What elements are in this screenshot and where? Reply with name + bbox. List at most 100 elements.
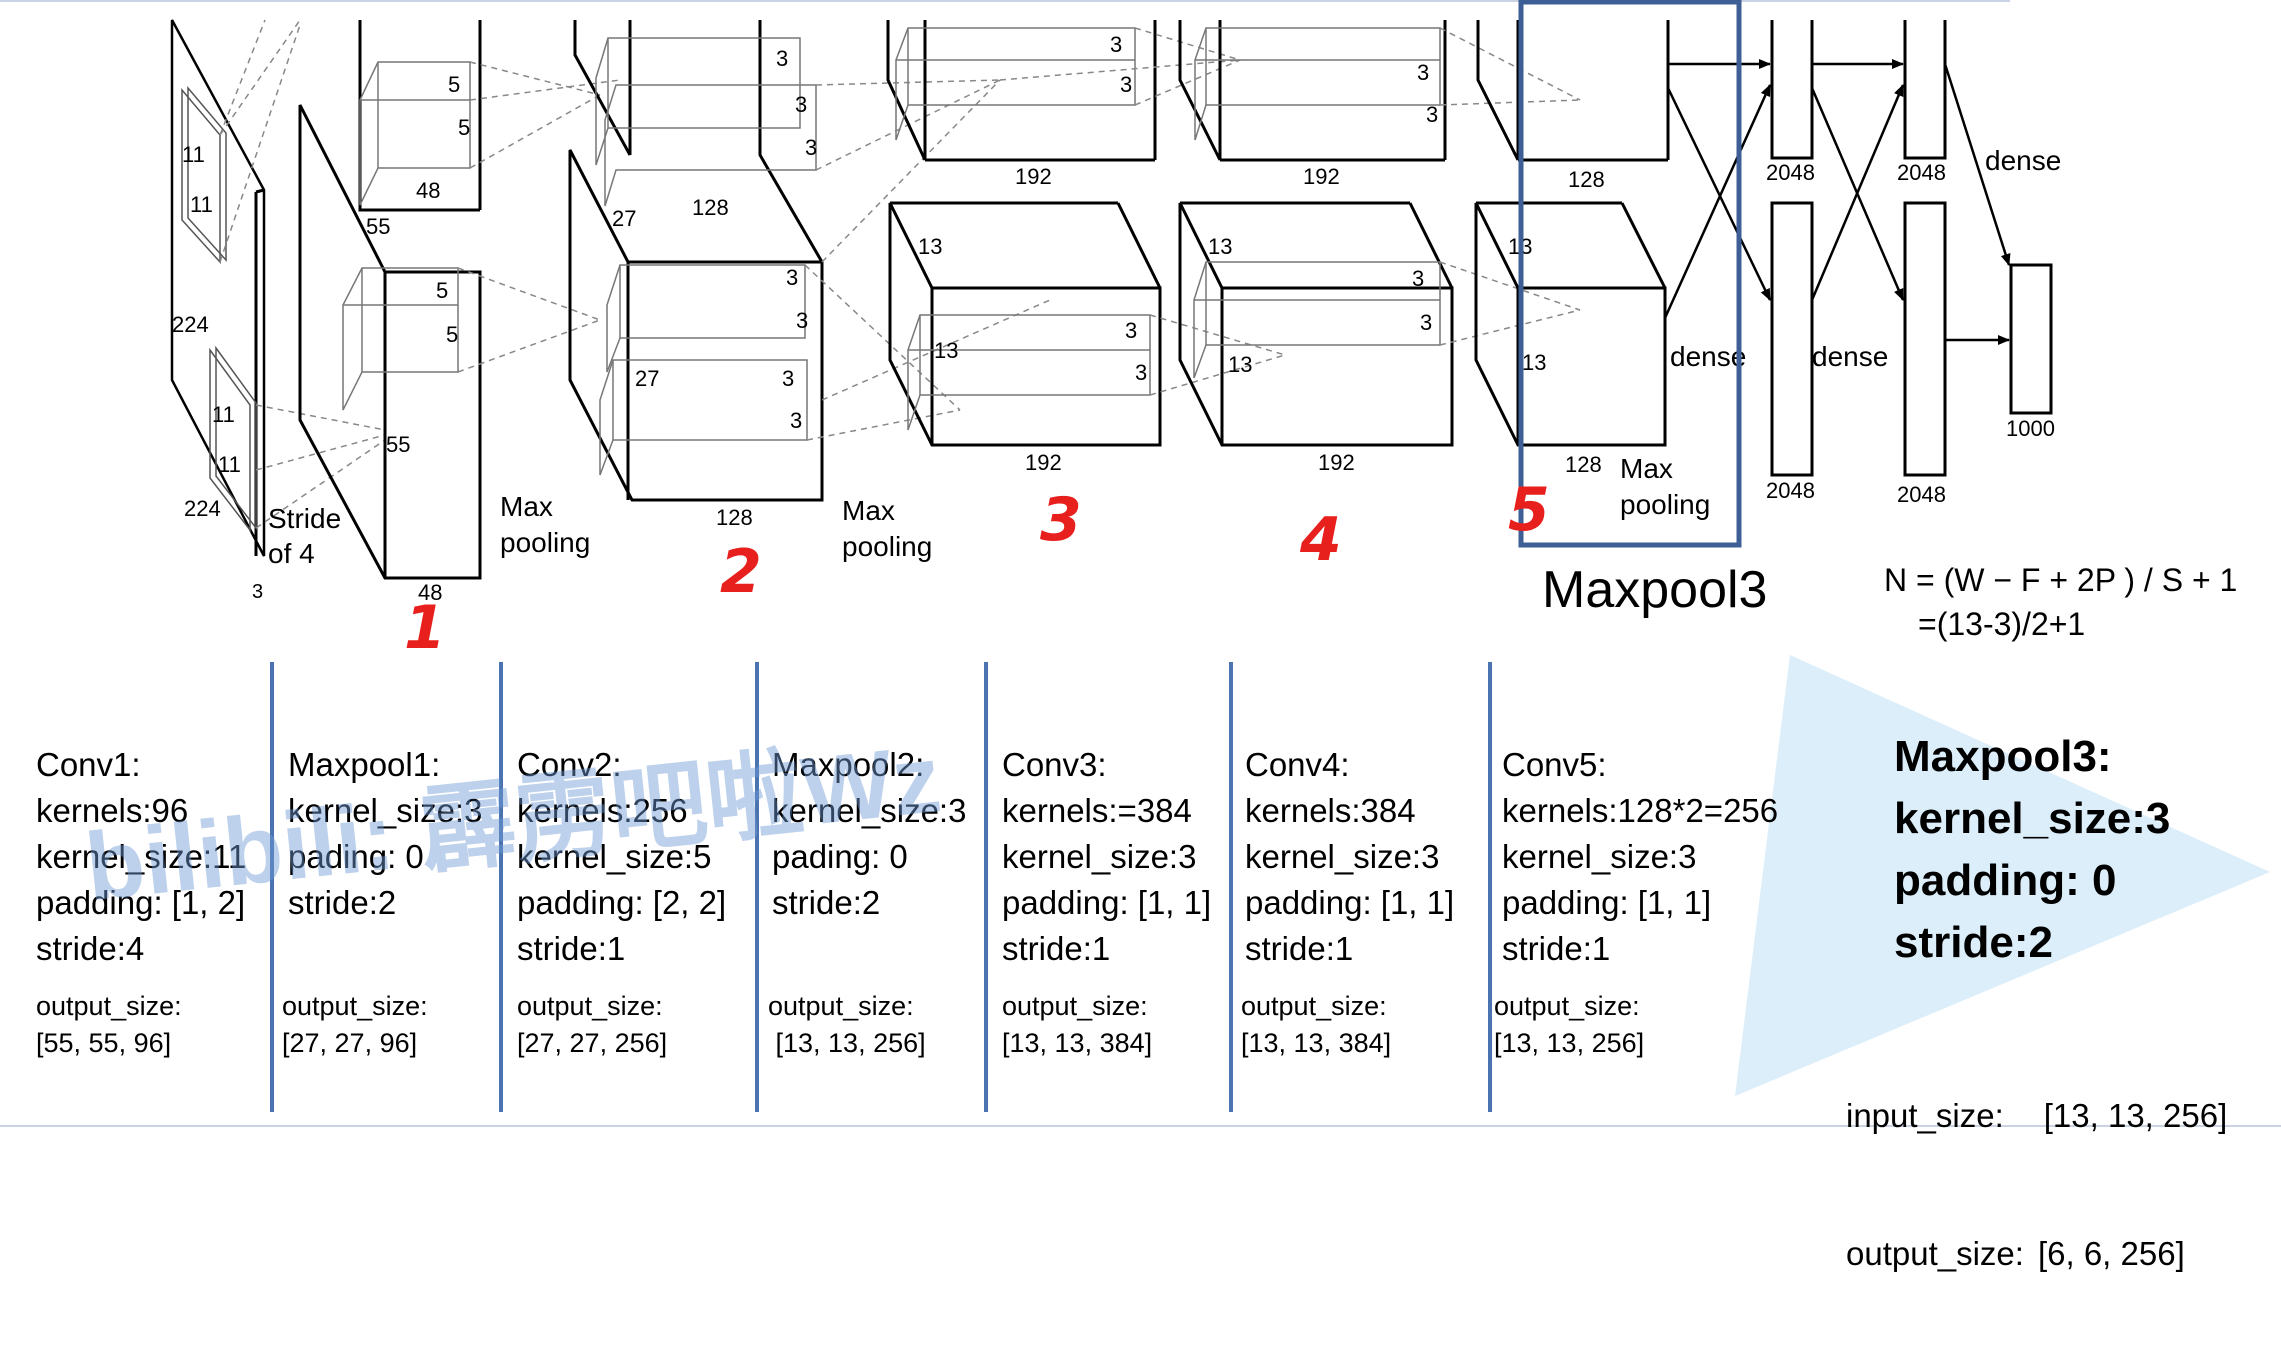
column-divider xyxy=(1488,662,1492,1112)
dim-label: 3 xyxy=(1110,32,1122,57)
output-size-value: [27, 27, 256] xyxy=(517,1028,668,1058)
pooling-label: pooling xyxy=(500,527,590,558)
block3-projection-lines xyxy=(999,27,1286,396)
output-size-value: [13, 13, 384] xyxy=(1002,1028,1153,1058)
dim-label: 27 xyxy=(612,206,636,231)
dim-label: 3 xyxy=(252,581,263,603)
layer-column-conv4: Conv4: kernels:384 kernel_size:3 padding… xyxy=(1241,742,1455,1062)
dim-label: 192 xyxy=(1318,450,1355,475)
output-size-label: output_size: xyxy=(1241,991,1387,1021)
stride-label: of 4 xyxy=(268,538,315,569)
layer-param: kernels:128*2=256 xyxy=(1502,792,1779,829)
dim-label: 128 xyxy=(692,195,729,220)
dim-label: 5 xyxy=(436,278,448,303)
layer-param: padding: [1, 1] xyxy=(1002,884,1212,921)
output-size-label: output_size: xyxy=(1846,1235,2024,1272)
dim-label: 3 xyxy=(1412,266,1424,291)
layer-param: kernels:=384 xyxy=(1002,792,1192,829)
layer-param: kernel_size:3 xyxy=(1002,838,1197,875)
dim-label: 13 xyxy=(918,234,942,259)
dim-label: 2048 xyxy=(1897,482,1946,507)
output-size-label: output_size: xyxy=(517,991,663,1021)
column-divider xyxy=(984,662,988,1112)
dim-label: 3 xyxy=(1417,60,1429,85)
dim-label: 5 xyxy=(448,72,460,97)
layer-param: padding: [2, 2] xyxy=(517,884,727,921)
pooling-label: Max xyxy=(1620,453,1673,484)
dim-label: 3 xyxy=(795,92,807,117)
dim-label: 11 xyxy=(190,192,213,217)
conv4-output-volume xyxy=(1178,20,1454,447)
dim-label: 5 xyxy=(458,115,470,140)
dim-label: 128 xyxy=(1568,167,1605,192)
io-row: output_size: [6, 6, 256] xyxy=(1846,1231,2227,1277)
dim-label: 3 xyxy=(786,265,798,290)
dim-label: 1000 xyxy=(2006,416,2055,441)
dim-label: 48 xyxy=(416,178,440,203)
io-row: input_size: [13, 13, 256] xyxy=(1846,1093,2227,1139)
maxpool3-io-sizes: input_size: [13, 13, 256] output_size: [6,… xyxy=(1846,1001,2227,1369)
output-size-value: [27, 27, 96] xyxy=(282,1028,418,1058)
dim-label: 2048 xyxy=(1897,160,1946,185)
layer-param: Conv4: xyxy=(1245,746,1350,783)
output-size-value: [13, 13, 256] xyxy=(1494,1028,1645,1058)
output-size-value: [55, 55, 96] xyxy=(36,1028,172,1058)
dim-label: 2048 xyxy=(1766,478,1815,503)
layer-param: stride:1 xyxy=(1245,930,1354,967)
conv5-output-volume xyxy=(1474,20,1670,447)
dim-label: 3 xyxy=(1125,318,1137,343)
dim-label: 3 xyxy=(776,46,788,71)
dim-label: 3 xyxy=(1120,72,1132,97)
output-size-label: output_size: xyxy=(282,991,428,1021)
layer-param: padding: [1, 1] xyxy=(1502,884,1712,921)
layer-column-conv5: Conv5: kernels:128*2=256 kernel_size:3 p… xyxy=(1494,742,1779,1062)
layer-param: stride:1 xyxy=(1002,930,1111,967)
dim-label: 3 xyxy=(1426,102,1438,127)
layer-param: Conv5: xyxy=(1502,746,1607,783)
layer-param: stride:1 xyxy=(1502,930,1611,967)
dim-label: 192 xyxy=(1025,450,1062,475)
layer-param: stride:4 xyxy=(36,930,145,967)
column-divider xyxy=(499,662,503,1112)
handwritten-number: 3 xyxy=(1040,485,1082,555)
dim-label: 13 xyxy=(934,338,958,363)
output-size-formula: N = (W − F + 2P ) / S + 1 =(13-3)/2+1 xyxy=(1884,558,2237,646)
output-size-label: output_size: xyxy=(1002,991,1148,1021)
input-size-value: [13, 13, 256] xyxy=(2043,1097,2228,1134)
formula-line: N = (W − F + 2P ) / S + 1 xyxy=(1884,562,2238,598)
output-size-label: output_size: xyxy=(1494,991,1640,1021)
handwritten-number: 2 xyxy=(720,537,762,607)
dim-label: 11 xyxy=(212,402,235,427)
layer-column-conv3: Conv3: kernels:=384 kernel_size:3 paddin… xyxy=(1002,742,1211,1062)
dim-label: 13 xyxy=(1228,352,1252,377)
pooling-label: pooling xyxy=(1620,489,1710,520)
maxpool3-params: Maxpool3: kernel_size:3 padding: 0 strid… xyxy=(1894,726,2170,974)
layer-param: kernel_size:3 xyxy=(1245,838,1440,875)
formula-line: =(13-3)/2+1 xyxy=(1918,606,2086,642)
dim-label: 192 xyxy=(1303,164,1340,189)
dim-label: 13 xyxy=(1208,234,1232,259)
layer-param: kernels:384 xyxy=(1245,792,1416,829)
dim-label: 3 xyxy=(1420,310,1432,335)
pooling-label: Max xyxy=(500,491,553,522)
layer-param: padding: [1, 1] xyxy=(1245,884,1455,921)
dim-label: 224 xyxy=(184,496,221,521)
dim-label: 3 xyxy=(796,308,808,333)
dim-label: 11 xyxy=(218,452,241,477)
handwritten-number: 1 xyxy=(404,593,446,663)
dim-label: 192 xyxy=(1015,164,1052,189)
dense-label: dense xyxy=(1985,145,2061,176)
focus-param: stride:2 xyxy=(1894,918,2053,967)
maxpool3-title: Maxpool3 xyxy=(1542,561,1768,619)
handwritten-number: 4 xyxy=(1299,505,1342,575)
dim-label: 55 xyxy=(366,214,390,239)
dim-label: 128 xyxy=(1565,452,1602,477)
pooling-label: Max xyxy=(842,495,895,526)
layer-param: stride:1 xyxy=(517,930,626,967)
conv1-kernel-boxes xyxy=(342,61,471,411)
output-size-value: [13, 13, 384] xyxy=(1241,1028,1392,1058)
dim-label: 2048 xyxy=(1766,160,1815,185)
dim-label: 5 xyxy=(446,322,458,347)
pooling-label: pooling xyxy=(842,531,932,562)
block2-projection-lines xyxy=(804,79,1051,441)
